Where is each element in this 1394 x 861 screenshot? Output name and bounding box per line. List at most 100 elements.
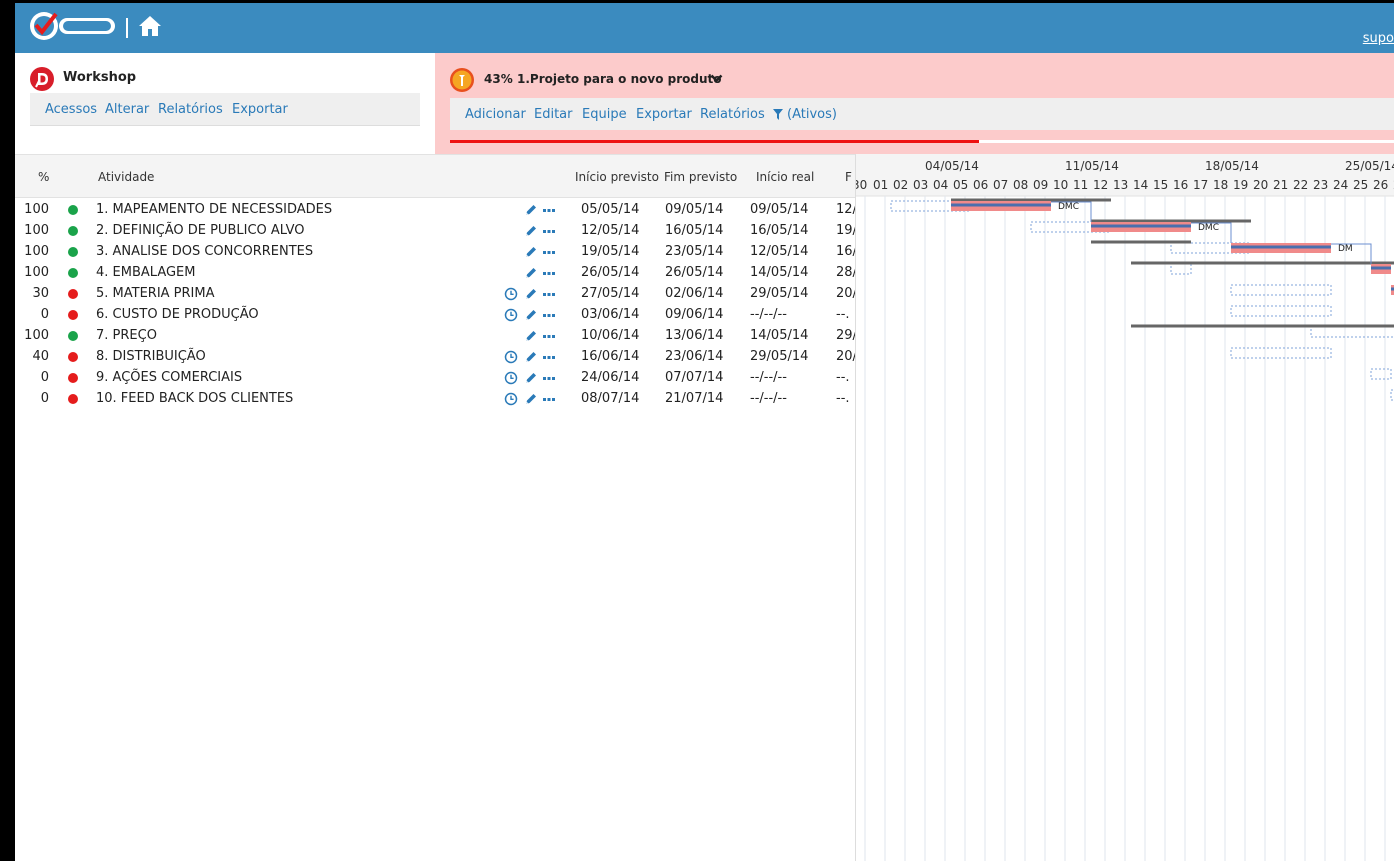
gp3-logo-icon[interactable]: [27, 8, 119, 42]
pencil-icon[interactable]: [524, 244, 538, 258]
status-dot: [68, 205, 78, 215]
gantt-day-label: 12: [1093, 178, 1108, 192]
row-activity-name[interactable]: 9. AÇÕES COMERCIAIS: [96, 370, 242, 385]
gantt-day-label: 25: [1353, 178, 1368, 192]
pencil-icon[interactable]: [524, 202, 538, 216]
menu-relatorios[interactable]: Relatórios: [158, 102, 223, 117]
table-row[interactable]: 0 6. CUSTO DE PRODUÇÃO 03/06/14 09/06/14 --/…: [15, 304, 855, 325]
row-start-real: 16/05/14: [750, 223, 809, 238]
row-end-real: 20/: [836, 349, 855, 364]
table-row[interactable]: 100 2. DEFINIÇÃO DE PUBLICO ALVO 12/05/14 1…: [15, 220, 855, 241]
table-row[interactable]: 100 3. ANALISE DOS CONCORRENTES 19/05/14 23…: [15, 241, 855, 262]
more-icon[interactable]: [542, 391, 556, 405]
status-dot: [68, 247, 78, 257]
more-icon[interactable]: [542, 244, 556, 258]
row-percent: 100: [24, 328, 49, 343]
more-icon[interactable]: [542, 202, 556, 216]
project-menu: Adicionar Editar Equipe Exportar Relatór…: [450, 98, 1394, 130]
menu-relatorios-projeto[interactable]: Relatórios: [700, 107, 765, 122]
row-activity-name[interactable]: 3. ANALISE DOS CONCORRENTES: [96, 244, 313, 259]
menu-alterar[interactable]: Alterar: [105, 102, 149, 117]
table-row[interactable]: 0 10. FEED BACK DOS CLIENTES 08/07/14 21/07…: [15, 388, 855, 409]
logo-separator: [126, 18, 128, 38]
menu-editar[interactable]: Editar: [534, 107, 573, 122]
table-row[interactable]: 100 7. PREÇO 10/06/14 13/06/14 14/05/14 29/: [15, 325, 855, 346]
home-icon[interactable]: [138, 14, 162, 38]
filter-icon[interactable]: [773, 109, 783, 120]
gantt-week-label: 04/05/14: [925, 159, 979, 173]
filter-active-label[interactable]: (Ativos): [787, 107, 837, 122]
row-end-plan: 02/06/14: [665, 286, 724, 301]
more-icon[interactable]: [542, 328, 556, 342]
more-icon[interactable]: [542, 349, 556, 363]
clock-icon[interactable]: [504, 349, 518, 364]
row-activity-name[interactable]: 10. FEED BACK DOS CLIENTES: [96, 391, 293, 406]
gantt-bar-label: DM: [1338, 244, 1353, 254]
row-activity-name[interactable]: 2. DEFINIÇÃO DE PUBLICO ALVO: [96, 223, 305, 238]
gantt-week-label: 18/05/14: [1205, 159, 1259, 173]
table-row[interactable]: 100 1. MAPEAMENTO DE NECESSIDADES 05/05/14…: [15, 199, 855, 220]
col-header-pct[interactable]: %: [38, 170, 49, 184]
col-header-end-real[interactable]: F: [845, 170, 852, 184]
more-icon[interactable]: [542, 286, 556, 300]
table-row[interactable]: 30 5. MATERIA PRIMA 27/05/14 02/06/14 29/05/…: [15, 283, 855, 304]
support-link[interactable]: supo: [1363, 31, 1394, 46]
pencil-icon[interactable]: [524, 307, 538, 321]
row-start-plan: 27/05/14: [581, 286, 640, 301]
row-activity-name[interactable]: 8. DISTRIBUIÇÃO: [96, 349, 206, 364]
row-activity-name[interactable]: 5. MATERIA PRIMA: [96, 286, 215, 301]
status-dot: [68, 352, 78, 362]
grid-header: % Atividade Início previsto Fim previsto…: [15, 154, 855, 198]
project-name[interactable]: 1.Projeto para o novo produto: [517, 72, 721, 86]
gantt-day-label: 14: [1133, 178, 1148, 192]
row-end-real: 19/: [836, 223, 855, 238]
row-percent: 100: [24, 223, 49, 238]
row-percent: 0: [40, 307, 49, 322]
status-dot: [68, 226, 78, 236]
gantt-day-label: 21: [1273, 178, 1288, 192]
menu-acessos[interactable]: Acessos: [45, 102, 97, 117]
menu-equipe[interactable]: Equipe: [582, 107, 627, 122]
clock-icon[interactable]: [504, 286, 518, 301]
chevron-down-icon[interactable]: [710, 74, 723, 83]
row-activity-name[interactable]: 1. MAPEAMENTO DE NECESSIDADES: [96, 202, 332, 217]
menu-adicionar[interactable]: Adicionar: [465, 107, 526, 122]
row-percent: 100: [24, 202, 49, 217]
pencil-icon[interactable]: [524, 223, 538, 237]
row-start-real: 29/05/14: [750, 349, 809, 364]
more-icon[interactable]: [542, 307, 556, 321]
col-header-activity[interactable]: Atividade: [98, 170, 154, 184]
pencil-icon[interactable]: [524, 328, 538, 342]
gantt-day-label: 15: [1153, 178, 1168, 192]
row-activity-name[interactable]: 4. EMBALAGEM: [96, 265, 196, 280]
activity-grid: 100 1. MAPEAMENTO DE NECESSIDADES 05/05/14…: [15, 197, 855, 861]
clock-icon[interactable]: [504, 391, 518, 406]
row-start-plan: 16/06/14: [581, 349, 640, 364]
table-row[interactable]: 0 9. AÇÕES COMERCIAIS 24/06/14 07/07/14 --/-…: [15, 367, 855, 388]
menu-exportar[interactable]: Exportar: [232, 102, 288, 117]
col-header-start-real[interactable]: Início real: [756, 170, 814, 184]
col-header-end-plan[interactable]: Fim previsto: [664, 170, 737, 184]
pencil-icon[interactable]: [524, 370, 538, 384]
table-row[interactable]: 100 4. EMBALAGEM 26/05/14 26/05/14 14/05/14 2…: [15, 262, 855, 283]
row-end-plan: 09/05/14: [665, 202, 724, 217]
pencil-icon[interactable]: [524, 286, 538, 300]
clock-icon[interactable]: [504, 370, 518, 385]
pencil-icon[interactable]: [524, 391, 538, 405]
menu-exportar-projeto[interactable]: Exportar: [636, 107, 692, 122]
project-progress-track: [450, 140, 1394, 143]
row-activity-name[interactable]: 6. CUSTO DE PRODUÇÃO: [96, 307, 259, 322]
gantt-day-label: 17: [1193, 178, 1208, 192]
more-icon[interactable]: [542, 223, 556, 237]
col-header-start-plan[interactable]: Início previsto: [575, 170, 659, 184]
more-icon[interactable]: [542, 370, 556, 384]
row-end-real: 29/: [836, 328, 855, 343]
pencil-icon[interactable]: [524, 349, 538, 363]
gantt-day-label: 20: [1253, 178, 1268, 192]
more-icon[interactable]: [542, 265, 556, 279]
row-activity-name[interactable]: 7. PREÇO: [96, 328, 157, 343]
app-window: supo Workshop Acessos Alterar Relatórios…: [15, 3, 1394, 861]
pencil-icon[interactable]: [524, 265, 538, 279]
clock-icon[interactable]: [504, 307, 518, 322]
table-row[interactable]: 40 8. DISTRIBUIÇÃO 16/06/14 23/06/14 29/05/1…: [15, 346, 855, 367]
